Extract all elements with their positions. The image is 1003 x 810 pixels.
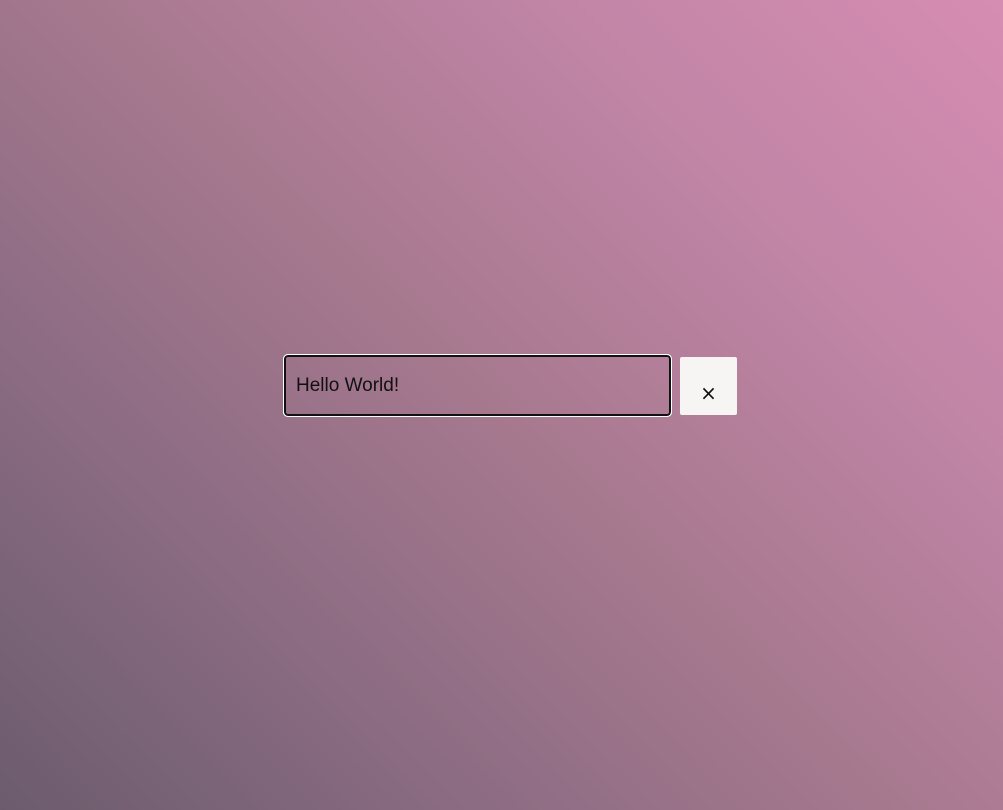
text-input[interactable] [283,354,672,417]
clear-button[interactable]: × [680,357,737,415]
close-icon: × [700,381,717,405]
input-row: × [283,354,737,417]
page: { "text_field": { "value": "Hello World!… [0,0,1003,810]
